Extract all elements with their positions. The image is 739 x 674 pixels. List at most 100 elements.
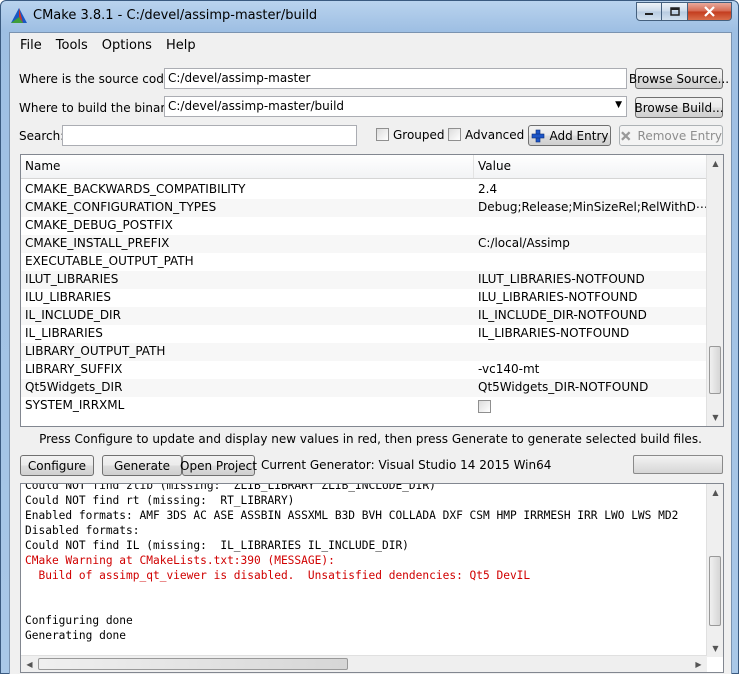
cmake-logo-icon <box>11 8 27 23</box>
horizontal-scroll-thumb[interactable] <box>38 658 348 670</box>
scroll-up-icon[interactable]: ▲ <box>707 155 723 172</box>
cache-entry-value[interactable]: -vc140-mt <box>474 361 707 379</box>
cache-entry-name: EXECUTABLE_OUTPUT_PATH <box>25 254 194 268</box>
column-value-header[interactable]: Value <box>474 155 707 178</box>
table-row[interactable]: CMAKE_DEBUG_POSTFIX <box>21 217 707 235</box>
output-line: CMake Warning at CMakeLists.txt:390 (MES… <box>25 554 335 567</box>
table-row[interactable]: CMAKE_INSTALL_PREFIX C:/local/Assimp <box>21 235 707 253</box>
column-name-header[interactable]: Name <box>21 155 474 178</box>
scroll-right-icon[interactable]: ▶ <box>690 656 707 672</box>
scroll-up-icon[interactable]: ▲ <box>707 484 723 501</box>
cache-entry-value[interactable]: ILUT_LIBRARIES-NOTFOUND <box>474 271 707 289</box>
scroll-left-icon[interactable]: ◀ <box>21 656 38 672</box>
table-body: CMAKE_BACKWARDS_COMPATIBILITY 2.4 CMAKE_CO… <box>21 181 707 415</box>
output-line: Enabled formats: AMF 3DS AC ASE ASSBIN A… <box>25 509 679 522</box>
browse-build-button[interactable]: Browse Build... <box>634 97 724 118</box>
menu-tools[interactable]: Tools <box>49 38 95 53</box>
advanced-checkbox[interactable] <box>448 128 461 141</box>
cache-entry-value[interactable] <box>474 397 707 415</box>
search-input[interactable] <box>62 125 357 146</box>
grouped-checkbox[interactable] <box>376 128 389 141</box>
cache-entry-name: CMAKE_INSTALL_PREFIX <box>25 236 170 250</box>
cache-entry-value[interactable] <box>474 253 707 271</box>
close-button[interactable] <box>688 2 732 21</box>
window-frame: CMake 3.8.1 - C:/devel/assimp-master/bui… <box>0 0 739 674</box>
output-horizontal-scrollbar[interactable]: ◀ ▶ <box>21 655 707 672</box>
menu-bar: File Tools Options Help <box>10 33 731 57</box>
menu-file[interactable]: File <box>13 38 49 53</box>
progress-bar <box>633 455 723 474</box>
cache-entry-value[interactable]: Debug;Release;MinSizeRel;RelWithD⋯ <box>474 199 707 217</box>
scroll-down-icon[interactable]: ▼ <box>707 409 723 426</box>
browse-source-button[interactable]: Browse Source... <box>629 68 729 89</box>
table-row[interactable]: Qt5Widgets_DIR Qt5Widgets_DIR-NOTFOUND <box>21 379 707 397</box>
build-label: Where to build the binaries: <box>19 101 187 115</box>
remove-entry-button[interactable]: Remove Entry <box>619 125 723 146</box>
cache-entry-name: LIBRARY_SUFFIX <box>25 362 123 376</box>
table-row[interactable]: EXECUTABLE_OUTPUT_PATH <box>21 253 707 271</box>
search-label: Search: <box>19 129 65 143</box>
table-vertical-scrollbar[interactable]: ▲ ▼ <box>706 155 723 426</box>
chevron-down-icon[interactable]: ▼ <box>615 100 622 110</box>
generate-button[interactable]: Generate <box>102 455 182 476</box>
cache-entry-value[interactable]: ILU_LIBRARIES-NOTFOUND <box>474 289 707 307</box>
menu-options[interactable]: Options <box>95 38 159 53</box>
scroll-thumb[interactable] <box>709 556 721 626</box>
table-row[interactable]: IL_INCLUDE_DIR IL_INCLUDE_DIR-NOTFOUND <box>21 307 707 325</box>
cache-entry-value[interactable]: 2.4 <box>474 181 707 199</box>
source-path-input[interactable]: C:/devel/assimp-master <box>164 68 627 89</box>
plus-icon <box>531 129 544 142</box>
build-path-value: C:/devel/assimp-master/build <box>168 99 345 113</box>
output-line: Could NOT find IL (missing: IL_LIBRARIES… <box>25 539 409 552</box>
output-line: Configuring done <box>25 614 133 627</box>
table-row[interactable]: ILUT_LIBRARIES ILUT_LIBRARIES-NOTFOUND <box>21 271 707 289</box>
hint-text: Press Configure to update and display ne… <box>39 432 702 446</box>
cache-entry-value[interactable] <box>474 343 707 361</box>
window-title: CMake 3.8.1 - C:/devel/assimp-master/bui… <box>33 8 318 23</box>
cache-entry-value[interactable]: Qt5Widgets_DIR-NOTFOUND <box>474 379 707 397</box>
maximize-button[interactable] <box>662 2 688 21</box>
configure-button[interactable]: Configure <box>20 455 94 476</box>
table-row[interactable]: CMAKE_BACKWARDS_COMPATIBILITY 2.4 <box>21 181 707 199</box>
cache-entry-value[interactable]: IL_INCLUDE_DIR-NOTFOUND <box>474 307 707 325</box>
scroll-down-icon[interactable]: ▼ <box>707 640 723 657</box>
table-row[interactable]: SYSTEM_IRRXML <box>21 397 707 415</box>
source-label: Where is the source code: <box>19 72 176 86</box>
cache-entry-name: LIBRARY_OUTPUT_PATH <box>25 344 166 358</box>
cache-table[interactable]: Name Value CMAKE_BACKWARDS_COMPATIBILITY… <box>20 154 724 427</box>
output-line: Generating done <box>25 629 127 642</box>
scroll-thumb[interactable] <box>709 346 721 394</box>
output-line: Could NOT find zlib (missing: ZLIB_LIBRA… <box>25 483 436 492</box>
cache-entry-value[interactable]: C:/local/Assimp <box>474 235 707 253</box>
table-header: Name Value <box>21 155 707 179</box>
output-line: Could NOT find rt (missing: RT_LIBRARY) <box>25 494 295 507</box>
add-entry-button[interactable]: Add Entry <box>528 125 611 146</box>
system-irrxml-checkbox[interactable] <box>478 400 491 413</box>
title-bar[interactable]: CMake 3.8.1 - C:/devel/assimp-master/bui… <box>1 1 738 32</box>
add-entry-label: Add Entry <box>549 128 609 143</box>
output-log[interactable]: Could NOT find zlib (missing: ZLIB_LIBRA… <box>20 483 724 673</box>
open-project-button[interactable]: Open Project <box>180 455 257 476</box>
grouped-label: Grouped <box>393 128 445 142</box>
cache-entry-name: IL_LIBRARIES <box>25 326 103 340</box>
menu-help[interactable]: Help <box>159 38 203 53</box>
table-row[interactable]: LIBRARY_SUFFIX -vc140-mt <box>21 361 707 379</box>
remove-x-icon <box>621 130 631 141</box>
table-row[interactable]: IL_LIBRARIES IL_LIBRARIES-NOTFOUND <box>21 325 707 343</box>
cache-entry-value[interactable] <box>474 217 707 235</box>
cache-entry-name: IL_INCLUDE_DIR <box>25 308 121 322</box>
cache-entry-name: Qt5Widgets_DIR <box>25 380 123 394</box>
minimize-button[interactable] <box>636 2 662 21</box>
table-row[interactable]: LIBRARY_OUTPUT_PATH <box>21 343 707 361</box>
output-lines: Could NOT find zlib (missing: ZLIB_LIBRA… <box>25 483 679 643</box>
output-vertical-scrollbar[interactable]: ▲ ▼ <box>706 484 723 657</box>
current-generator-text: Current Generator: Visual Studio 14 2015… <box>261 458 552 472</box>
table-row[interactable]: ILU_LIBRARIES ILU_LIBRARIES-NOTFOUND <box>21 289 707 307</box>
table-row[interactable]: CMAKE_CONFIGURATION_TYPES Debug;Release;M… <box>21 199 707 217</box>
cache-entry-value[interactable]: IL_LIBRARIES-NOTFOUND <box>474 325 707 343</box>
build-path-combo[interactable]: C:/devel/assimp-master/build ▼ <box>164 96 627 117</box>
cache-entry-name: ILU_LIBRARIES <box>25 290 112 304</box>
cache-entry-name: CMAKE_CONFIGURATION_TYPES <box>25 200 217 214</box>
